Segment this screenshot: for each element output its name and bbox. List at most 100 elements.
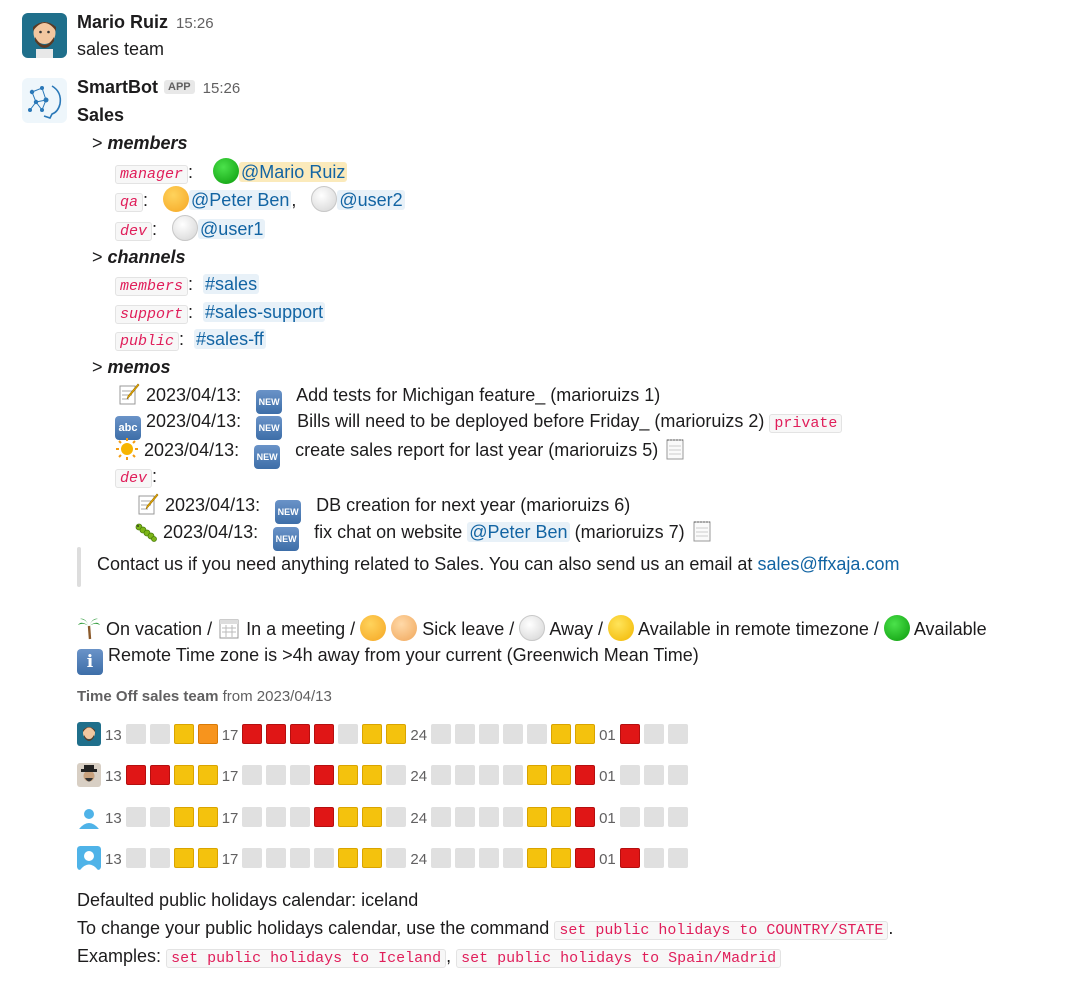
- weekend-day-cell: [527, 848, 548, 868]
- legend-available: Available: [913, 619, 987, 639]
- timestamp[interactable]: 15:26: [176, 15, 214, 32]
- memo-row: abc 2023/04/13: NEW Bills will need to b…: [115, 409, 843, 440]
- memo-row: 2023/04/13: NEW create sales report for …: [115, 437, 687, 469]
- free-day-cell: [479, 848, 500, 868]
- timeoff-day-label: 17: [221, 851, 239, 868]
- partial-day-cell: [197, 724, 218, 744]
- free-day-cell: [125, 724, 146, 744]
- new-badge-icon: NEW: [254, 445, 281, 469]
- free-day-cell: [266, 765, 287, 785]
- mention-user2[interactable]: @user2: [337, 190, 405, 210]
- off-day-cell: [314, 807, 335, 827]
- username[interactable]: Mario Ruiz: [77, 12, 168, 32]
- app-badge: APP: [164, 80, 195, 94]
- legend-away: Away /: [549, 619, 604, 639]
- free-day-cell: [242, 807, 263, 827]
- memo-text: DB creation for next year (marioruizs 6): [316, 495, 631, 515]
- free-day-cell: [455, 848, 476, 868]
- default-user-avatar-2[interactable]: [77, 846, 101, 870]
- holidays-default: Defaulted public holidays calendar: icel…: [77, 890, 419, 910]
- weekend-day-cell: [197, 848, 218, 868]
- free-day-cell: [503, 765, 524, 785]
- message-text: sales team: [77, 39, 165, 59]
- channel-link-sales[interactable]: #sales: [203, 274, 260, 294]
- weekend-day-cell: [551, 724, 572, 744]
- free-day-cell: [455, 807, 476, 827]
- remote-status-icon: [608, 615, 635, 641]
- mention-user1[interactable]: @user1: [198, 219, 266, 239]
- free-day-cell: [314, 848, 335, 868]
- remote-note: Remote Time zone is >4h away from your c…: [108, 645, 699, 665]
- sick-face-icon: [360, 615, 387, 641]
- mention-mario-ruiz[interactable]: @Mario Ruiz: [239, 162, 348, 182]
- memo-date: 2023/04/13:: [165, 495, 261, 515]
- off-day-cell: [575, 848, 596, 868]
- timeoff-day-label: 24: [410, 810, 428, 827]
- holidays-change-text: To change your public holidays calendar,…: [77, 918, 550, 938]
- notepad-icon: [666, 439, 684, 460]
- free-day-cell: [431, 807, 452, 827]
- off-day-cell: [314, 724, 335, 744]
- member-dev-row: dev: @user1: [115, 215, 266, 244]
- timeoff-day-label: 01: [599, 727, 616, 744]
- timeoff-row: 13 17 24 01: [77, 722, 692, 747]
- timeoff-day-label: 17: [221, 768, 239, 785]
- timeoff-day-label: 01: [599, 810, 616, 827]
- timeoff-row: 13 17 24 01: [77, 805, 692, 830]
- bearded-man-avatar[interactable]: [77, 722, 101, 746]
- free-day-cell: [242, 765, 263, 785]
- free-day-cell: [125, 807, 146, 827]
- default-user-avatar[interactable]: [77, 805, 101, 829]
- free-day-cell: [503, 848, 524, 868]
- hat-man-avatar[interactable]: [77, 763, 101, 787]
- contact-text-row: Contact us if you need anything related …: [97, 552, 899, 576]
- free-day-cell: [290, 807, 311, 827]
- timeoff-day-label: 24: [410, 727, 428, 744]
- sick-face-icon: [163, 186, 190, 212]
- off-day-cell: [242, 724, 263, 744]
- memo-date: 2023/04/13:: [163, 522, 259, 542]
- legend-remote: Available in remote timezone /: [638, 619, 879, 639]
- free-day-cell: [455, 765, 476, 785]
- away-status-icon: [311, 186, 338, 212]
- weekend-day-cell: [197, 807, 218, 827]
- mention-peter-ben[interactable]: @Peter Ben: [189, 190, 292, 210]
- free-day-cell: [431, 765, 452, 785]
- channel-link-sales-ff[interactable]: #sales-ff: [194, 329, 266, 349]
- dev-memos-label-row: dev:: [115, 464, 157, 491]
- memo-text: Add tests for Michigan feature_ (marioru…: [296, 385, 661, 405]
- off-day-cell: [314, 765, 335, 785]
- sun-icon: [116, 438, 138, 460]
- away-status-icon: [519, 615, 546, 641]
- bug-icon: [135, 523, 157, 542]
- channel-key: members: [115, 277, 189, 296]
- memo-date: 2023/04/13:: [146, 385, 242, 405]
- memo-icon: [138, 493, 159, 515]
- example-command: set public holidays to Spain/Madrid: [456, 949, 782, 968]
- weekend-day-cell: [362, 765, 383, 785]
- palm-tree-icon: [78, 618, 100, 640]
- timestamp[interactable]: 15:26: [203, 80, 241, 97]
- manager-key: manager: [115, 165, 189, 184]
- dev-key: dev: [115, 222, 153, 241]
- free-day-cell: [431, 724, 452, 744]
- smartbot-avatar[interactable]: [22, 78, 67, 123]
- examples-row: Examples: set public holidays to Iceland…: [77, 944, 782, 971]
- memo-text: Bills will need to be deployed before Fr…: [297, 411, 765, 431]
- off-day-cell: [149, 765, 170, 785]
- member-manager-row: manager: @Mario Ruiz: [115, 158, 348, 187]
- weekend-day-cell: [362, 724, 383, 744]
- free-day-cell: [643, 765, 664, 785]
- weekend-day-cell: [338, 765, 359, 785]
- away-status-icon: [172, 215, 199, 241]
- username[interactable]: SmartBot: [77, 77, 158, 97]
- memo-text: create sales report for last year (mario…: [295, 440, 659, 460]
- timeoff-day-label: 13: [105, 768, 122, 785]
- channel-link-sales-support[interactable]: #sales-support: [203, 302, 326, 322]
- mention-peter-ben[interactable]: @Peter Ben: [467, 522, 570, 542]
- email-link[interactable]: sales@ffxaja.com: [757, 554, 899, 574]
- mario-ruiz-avatar[interactable]: [22, 13, 67, 58]
- free-day-cell: [479, 765, 500, 785]
- free-day-cell: [431, 848, 452, 868]
- notepad-icon: [693, 521, 711, 542]
